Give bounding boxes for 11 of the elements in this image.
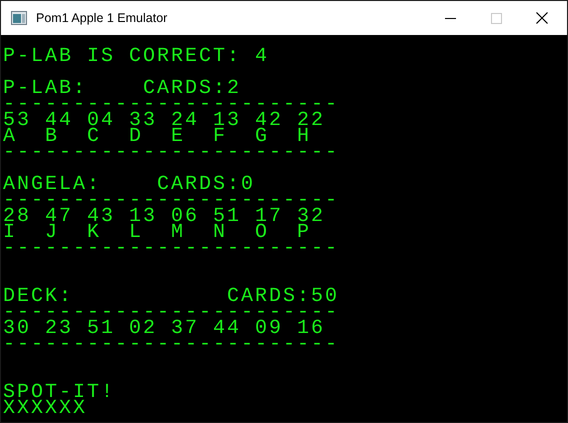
terminal-line: ANGELA: CARDS:0 [3, 173, 256, 196]
terminal-line: P-LAB: CARDS:2 [3, 77, 242, 100]
terminal-line: DECK: CARDS:50 [3, 285, 340, 308]
window-title: Pom1 Apple 1 Emulator [36, 10, 168, 27]
close-icon [536, 12, 548, 24]
terminal-line: ------------------------ [3, 237, 340, 260]
maximize-icon [490, 12, 502, 24]
app-icon [11, 11, 27, 25]
terminal-line: ------------------------ [3, 141, 340, 164]
terminal-line: P-LAB IS CORRECT: 4 [3, 45, 270, 68]
terminal-line: ------------------------ [3, 333, 340, 356]
